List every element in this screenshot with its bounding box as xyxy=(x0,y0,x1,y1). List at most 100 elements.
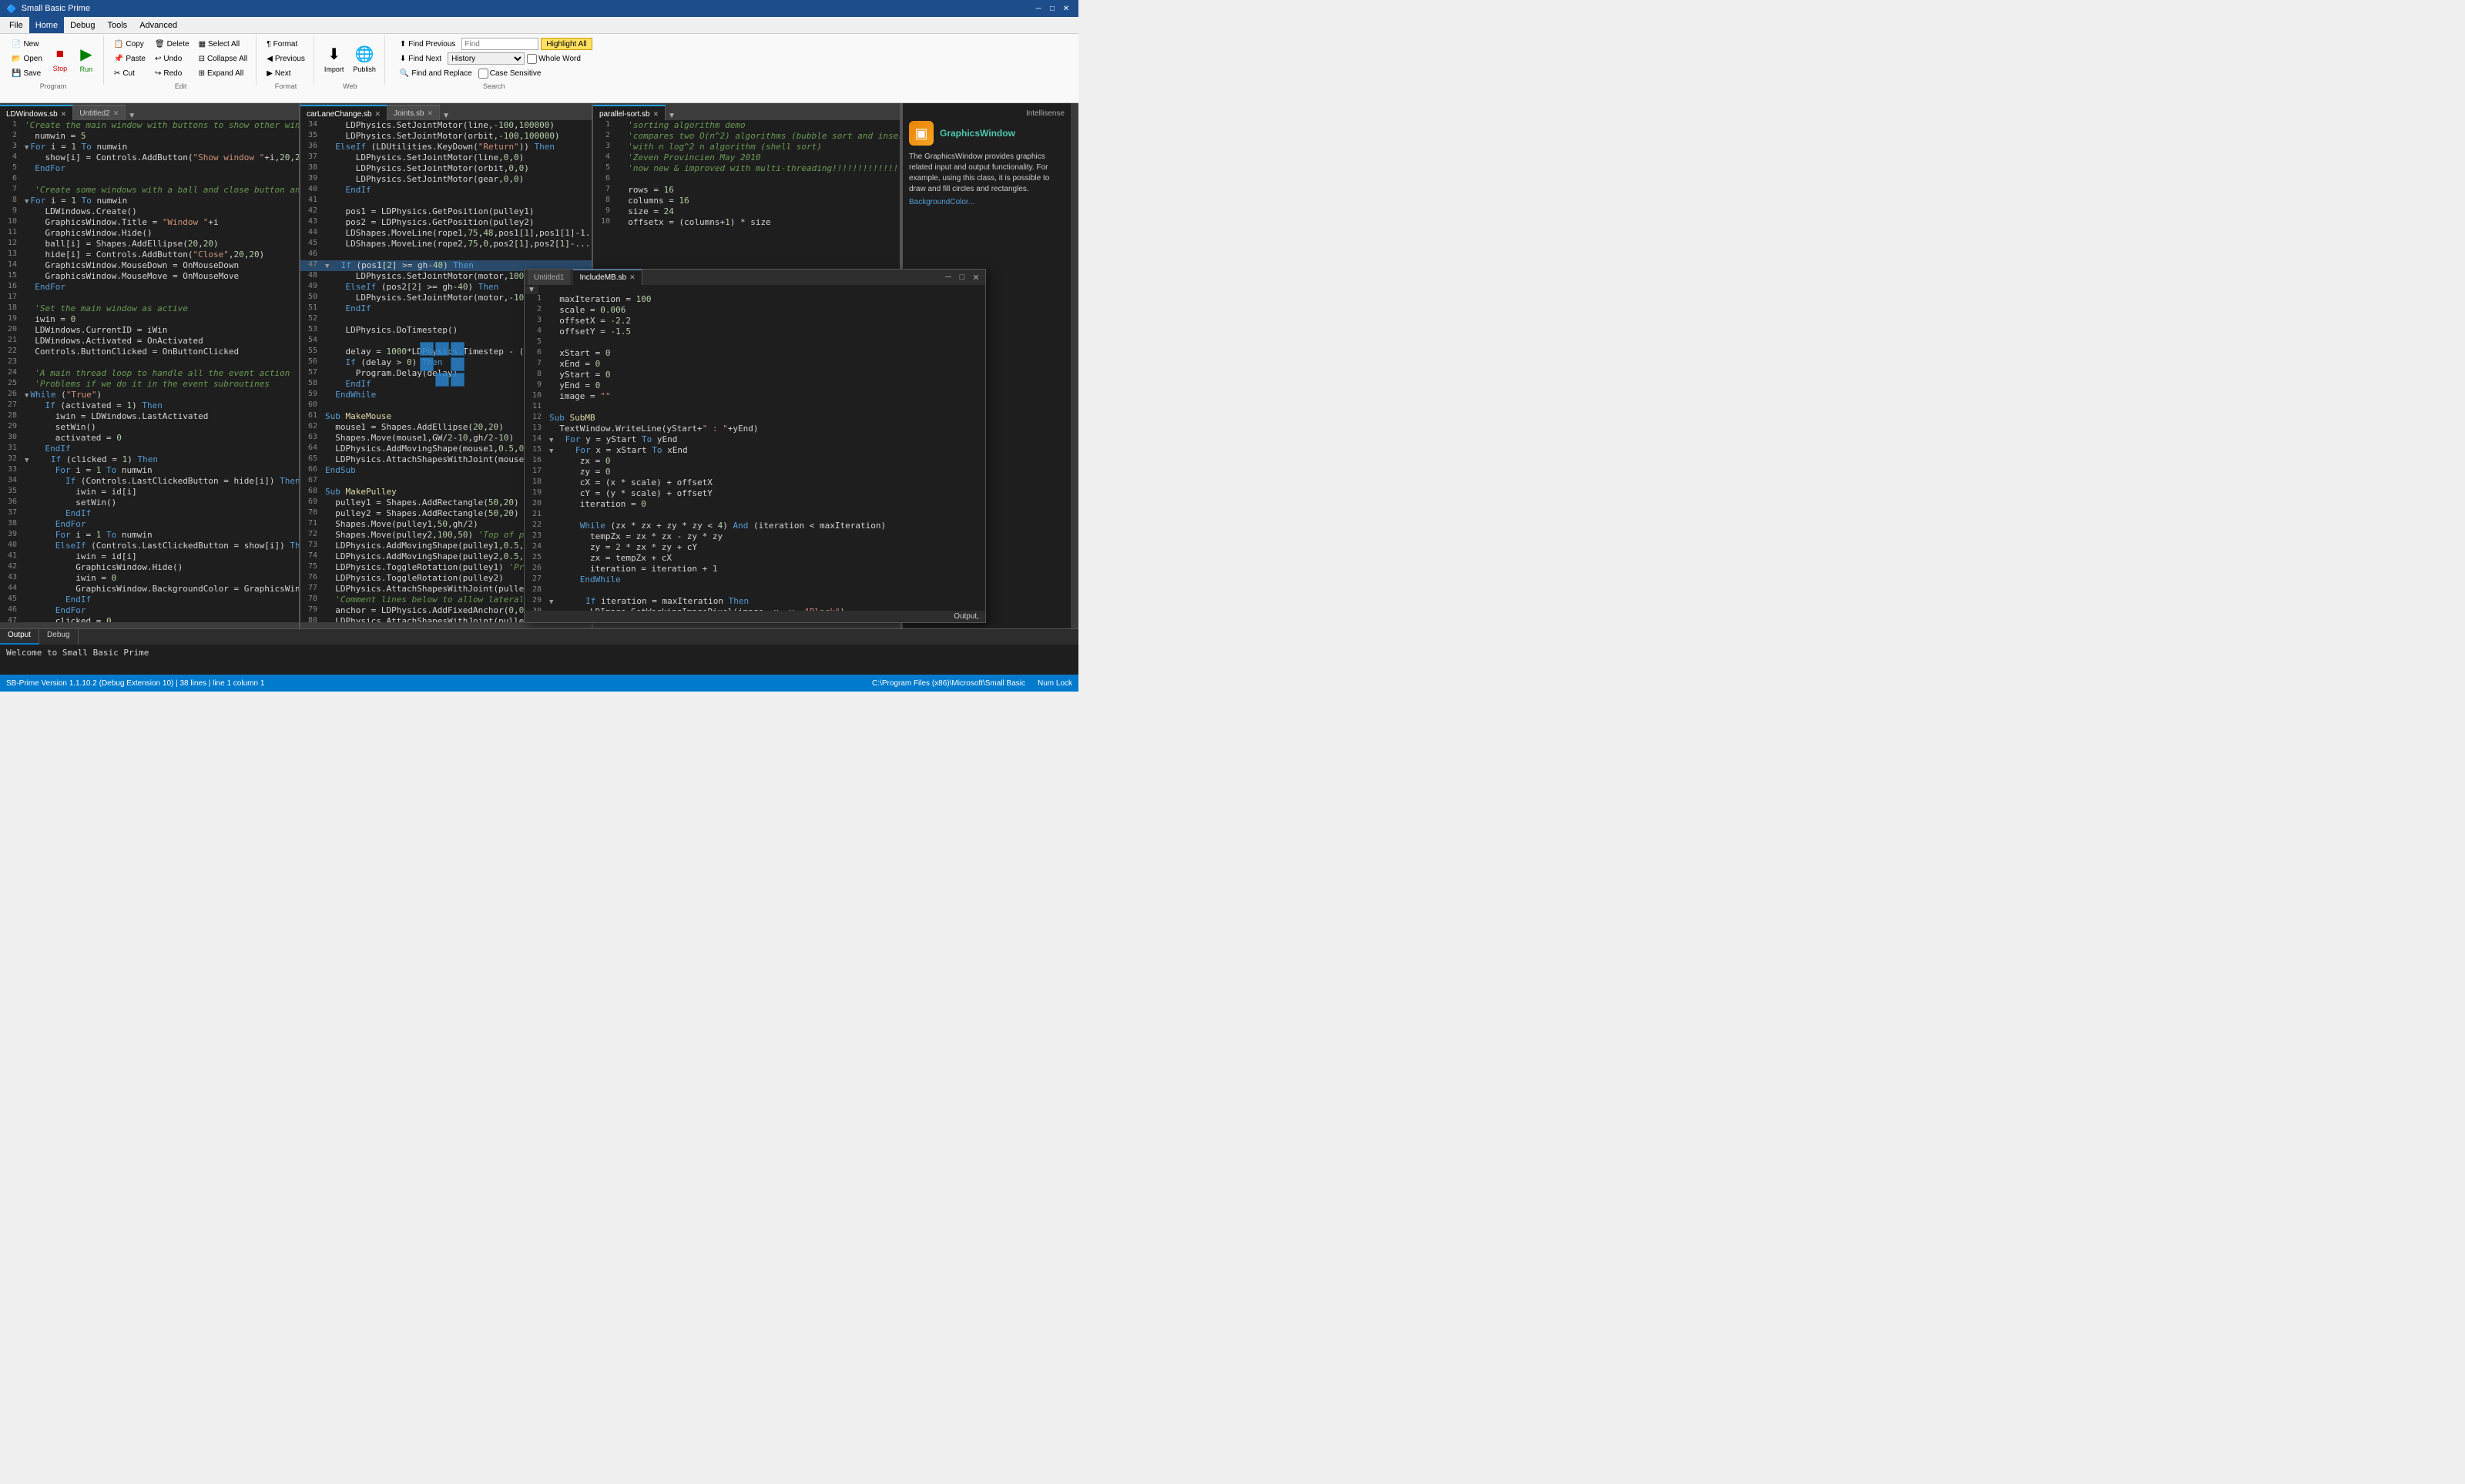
tab-joints-close[interactable]: ✕ xyxy=(428,109,434,118)
publish-button[interactable]: 🌐 Publish xyxy=(349,37,380,80)
status-right: C:\Program Files (x86)\Microsoft\Small B… xyxy=(872,679,1072,688)
next-button[interactable]: ▶ Next xyxy=(263,66,309,80)
floating-close[interactable]: ✕ xyxy=(970,271,982,283)
intellisense-more-link[interactable]: BackgroundColor... xyxy=(909,198,1065,206)
menu-home[interactable]: Home xyxy=(29,17,64,33)
floating-controls: ─ □ ✕ xyxy=(942,271,982,283)
save-button[interactable]: 💾 Save xyxy=(8,66,46,80)
drag-cell-2 xyxy=(435,342,449,356)
ribbon-group-web: ⬇ Import 🌐 Publish Web xyxy=(316,35,385,85)
whole-word-check[interactable]: Whole Word xyxy=(527,54,581,64)
floating-tab-arrow[interactable]: ▼ xyxy=(525,286,538,294)
run-button[interactable]: ▶ Run xyxy=(74,37,99,80)
tab-carlane-close[interactable]: ✕ xyxy=(375,110,381,119)
tab-parallelsort[interactable]: parallel-sort.sb ✕ xyxy=(593,105,666,120)
expand-all-button[interactable]: ⊞ Expand All xyxy=(195,66,252,80)
tab-joints[interactable]: Joints.sb ✕ xyxy=(387,105,440,120)
find-prev-icon: ⬆ xyxy=(400,40,406,49)
tab-ldwindows[interactable]: LDWindows.sb ✕ xyxy=(0,105,73,120)
drag-cell-5 xyxy=(435,357,449,371)
history-dropdown[interactable]: History xyxy=(448,52,525,65)
paste-icon: 📌 xyxy=(114,55,123,63)
menu-tools[interactable]: Tools xyxy=(102,17,134,33)
find-previous-button[interactable]: ⬆ Find Previous xyxy=(396,37,460,51)
format-col: ¶ Format ◀ Previous ▶ Next xyxy=(263,37,309,80)
menu-debug[interactable]: Debug xyxy=(64,17,101,33)
app-icon: 🔷 xyxy=(6,4,17,14)
graphics-window-icon: ▣ xyxy=(909,121,934,146)
copy-button[interactable]: 📋 Copy xyxy=(110,37,149,51)
delete-button[interactable]: 🗑 Delete xyxy=(151,37,193,51)
ribbon: 📄 New 📂 Open 💾 Save ⏹ Stop xyxy=(0,34,1078,103)
tab-bar-3: parallel-sort.sb ✕ ▼ xyxy=(593,103,900,120)
floating-minimize[interactable]: ─ xyxy=(942,271,954,283)
import-button[interactable]: ⬇ Import xyxy=(320,37,348,80)
program-label: Program xyxy=(8,82,99,92)
publish-icon: 🌐 xyxy=(355,45,374,64)
expand-icon: ⊞ xyxy=(199,69,205,78)
redo-icon: ↪ xyxy=(155,69,161,78)
open-button[interactable]: 📂 Open xyxy=(8,52,46,65)
floating-titlebar[interactable]: Untitled1 IncludeMB.sb ✕ ─ □ ✕ xyxy=(525,270,985,285)
format-button[interactable]: ¶ Format xyxy=(263,37,309,51)
intellisense-header: ▣ GraphicsWindow xyxy=(909,121,1065,146)
edit-buttons: 📋 Copy 📌 Paste ✂ Cut 🗑 Delete xyxy=(110,35,251,82)
find-row-1: ⬆ Find Previous Highlight All xyxy=(396,37,592,51)
find-next-button[interactable]: ⬇ Find Next xyxy=(396,52,445,65)
floating-maximize[interactable]: □ xyxy=(956,271,968,283)
tab-bar-3-arrow[interactable]: ▼ xyxy=(666,112,678,120)
new-button[interactable]: 📄 New xyxy=(8,37,46,51)
format-buttons: ¶ Format ◀ Previous ▶ Next xyxy=(263,35,309,82)
stop-button[interactable]: ⏹ Stop xyxy=(48,37,72,80)
drag-cell-6 xyxy=(451,357,464,371)
drag-cell-3 xyxy=(451,342,464,356)
previous-button[interactable]: ◀ Previous xyxy=(263,52,309,65)
drag-cell-8 xyxy=(435,373,449,387)
find-input[interactable] xyxy=(461,38,538,50)
scrollbar-h-3[interactable] xyxy=(593,622,900,628)
maximize-button[interactable]: □ xyxy=(1046,2,1058,15)
floating-tab-untitled1[interactable]: Untitled1 xyxy=(528,270,570,285)
output-tab-debug[interactable]: Debug xyxy=(39,629,78,645)
drag-cell-7 xyxy=(420,373,434,387)
delete-icon: 🗑 xyxy=(155,40,165,49)
run-icon: ▶ xyxy=(80,45,92,64)
find-replace-button[interactable]: 🔍 Find and Replace xyxy=(396,66,476,80)
tab-untitled2-close[interactable]: ✕ xyxy=(113,109,119,118)
tab-bar-2-arrow[interactable]: ▼ xyxy=(440,112,452,120)
status-bar: SB-Prime Version 1.1.10.2 (Debug Extensi… xyxy=(0,675,1078,692)
output-area: Output Debug Welcome to Small Basic Prim… xyxy=(0,628,1078,675)
status-numlock: Num Lock xyxy=(1038,679,1072,688)
cut-button[interactable]: ✂ Cut xyxy=(110,66,149,80)
redo-button[interactable]: ↪ Redo xyxy=(151,66,193,80)
tab-joints-label: Joints.sb xyxy=(394,109,424,118)
new-open-save-col: 📄 New 📂 Open 💾 Save xyxy=(8,37,46,80)
floating-tab-close[interactable]: ✕ xyxy=(629,273,636,282)
floating-editor-content[interactable]: 1 maxIteration = 100 2 scale = 0.006 3 o… xyxy=(525,294,985,616)
highlight-all-button[interactable]: Highlight All xyxy=(541,38,592,50)
paste-button[interactable]: 📌 Paste xyxy=(110,52,149,65)
format-icon: ¶ xyxy=(267,40,270,49)
floating-tab-includemb[interactable]: IncludeMB.sb ✕ xyxy=(573,270,642,285)
select-all-button[interactable]: ▦ Select All xyxy=(195,37,252,51)
scrollbar-h-1[interactable] xyxy=(0,622,299,628)
close-button[interactable]: ✕ xyxy=(1060,2,1072,15)
case-sensitive-check[interactable]: Case Sensitive xyxy=(478,69,542,79)
tab-untitled2[interactable]: Untitled2 ✕ xyxy=(73,105,126,120)
tab-bar-1-arrow[interactable]: ▼ xyxy=(126,112,138,120)
collapse-all-button[interactable]: ⊟ Collapse All xyxy=(195,52,252,65)
output-tab-output[interactable]: Output xyxy=(0,629,39,645)
find-next-icon: ⬇ xyxy=(400,55,406,63)
menu-file[interactable]: File xyxy=(3,17,29,33)
tab-ldwindows-close[interactable]: ✕ xyxy=(61,110,67,119)
search-label: Search xyxy=(391,82,597,92)
undo-button[interactable]: ↩ Undo xyxy=(151,52,193,65)
editor-content-1[interactable]: 1'Create the main window with buttons to… xyxy=(0,120,299,622)
web-buttons: ⬇ Import 🌐 Publish xyxy=(320,35,380,82)
tab-carlane[interactable]: carLaneChange.sb ✕ xyxy=(300,105,387,120)
tab-parallelsort-close[interactable]: ✕ xyxy=(653,110,659,119)
menu-advanced[interactable]: Advanced xyxy=(133,17,183,33)
title-bar: 🔷 Small Basic Prime ─ □ ✕ xyxy=(0,0,1078,17)
minimize-button[interactable]: ─ xyxy=(1032,2,1045,15)
scrollbar-h-2[interactable] xyxy=(300,622,592,628)
